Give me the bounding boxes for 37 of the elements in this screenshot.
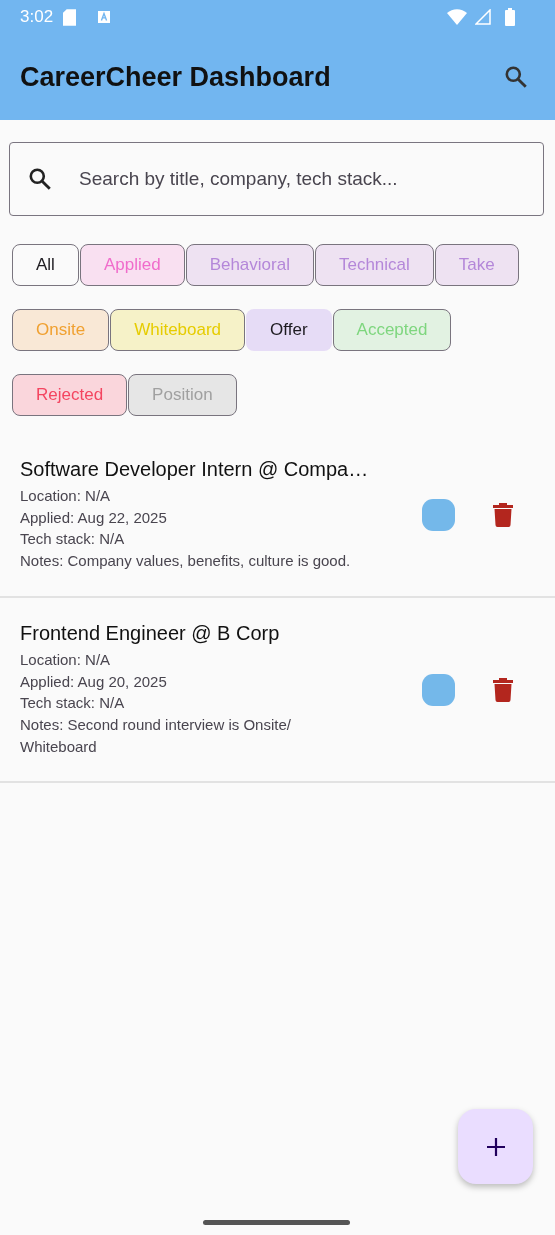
app-title: CareerCheer Dashboard	[20, 61, 332, 93]
filter-chip[interactable]: Applied	[79, 244, 185, 286]
sd-card-icon	[63, 8, 77, 26]
edit-button[interactable]	[422, 673, 455, 706]
job-tech-stack: Tech stack: N/A	[20, 529, 126, 550]
filter-chip[interactable]: Accepted	[332, 309, 452, 351]
filter-chip[interactable]: Offer	[246, 309, 332, 351]
job-location: Location: N/A	[20, 486, 112, 506]
filter-chip[interactable]: Position	[128, 374, 237, 416]
delete-icon[interactable]	[493, 677, 513, 702]
plus-icon	[485, 1136, 506, 1157]
job-title: Software Developer Intern @ Compa…	[20, 458, 370, 481]
job-notes: Notes: Second round interview is Onsite/ Whiteboard	[20, 714, 292, 757]
job-notes: Notes: Company values, benefits, culture is good.	[20, 551, 352, 572]
filter-chip[interactable]: Technical	[314, 244, 434, 286]
add-button[interactable]	[458, 1109, 533, 1184]
job-tech-stack: Tech stack: N/A	[20, 693, 126, 714]
search-icon[interactable]	[503, 64, 529, 90]
job-location: Location: N/A	[20, 649, 112, 670]
filter-chip[interactable]: Rejected	[12, 374, 128, 416]
search-field[interactable]: Search by title, company, tech stack...	[9, 142, 544, 216]
delete-icon[interactable]	[493, 502, 513, 527]
battery-icon	[505, 8, 515, 26]
job-applied-date: Applied: Aug 20, 2025	[20, 671, 168, 692]
filter-chip[interactable]: Take	[434, 244, 519, 286]
status-time: 3:02	[20, 7, 54, 27]
wifi-icon	[447, 9, 467, 25]
keyboard-icon	[98, 11, 111, 23]
filter-chip[interactable]: Whiteboard	[110, 309, 246, 351]
job-title: Frontend Engineer @ B Corp	[20, 621, 281, 645]
filter-chip[interactable]: Behavioral	[185, 244, 314, 286]
filter-chip[interactable]: Onsite	[12, 309, 110, 351]
search-icon	[27, 166, 53, 192]
edit-button[interactable]	[422, 498, 455, 531]
filter-chip[interactable]: All	[12, 244, 79, 286]
signal-icon	[475, 9, 491, 25]
job-applied-date: Applied: Aug 22, 2025	[20, 507, 168, 528]
